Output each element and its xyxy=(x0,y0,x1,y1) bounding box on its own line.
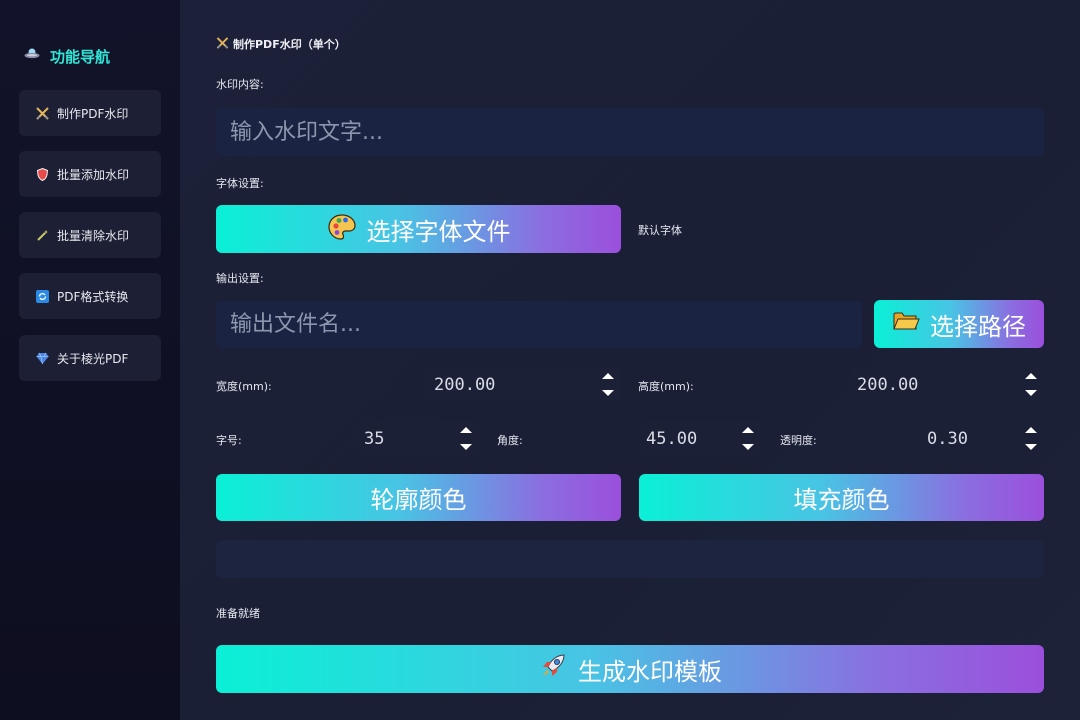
sidebar-item-batch-add[interactable]: 批量添加水印 xyxy=(19,151,161,197)
arrow-up-icon xyxy=(1025,372,1037,379)
angle-decrement-button[interactable] xyxy=(735,439,761,457)
gem-icon xyxy=(35,352,49,365)
palette-icon xyxy=(327,213,357,245)
sidebar-item-make-watermark[interactable]: 制作PDF水印 xyxy=(19,90,161,136)
width-value[interactable]: 200.00 xyxy=(428,375,595,395)
opacity-spinbox[interactable]: 0.30 xyxy=(921,421,1044,456)
arrow-up-icon xyxy=(1025,426,1037,433)
height-increment-button[interactable] xyxy=(1018,367,1044,385)
outline-color-button-label: 轮廓颜色 xyxy=(370,486,467,514)
rocket-icon xyxy=(538,651,568,687)
sidebar-item-batch-clear[interactable]: 批量清除水印 xyxy=(19,212,161,258)
magic-wand-icon xyxy=(35,229,49,242)
width-decrement-button[interactable] xyxy=(595,385,621,403)
arrow-up-icon xyxy=(460,426,472,433)
height-stepper xyxy=(1018,367,1044,402)
font-size-value[interactable]: 35 xyxy=(358,429,453,449)
height-value[interactable]: 200.00 xyxy=(851,375,1018,395)
crossed-swords-icon xyxy=(216,36,229,52)
select-path-button-label: 选择路径 xyxy=(930,312,1026,341)
arrow-up-icon xyxy=(742,426,754,433)
font-size-decrement-button[interactable] xyxy=(453,439,479,457)
width-stepper xyxy=(595,367,621,402)
sidebar-item-label: 制作PDF水印 xyxy=(57,106,129,121)
section-title: 制作PDF水印（单个） xyxy=(216,36,346,52)
height-spinbox[interactable]: 200.00 xyxy=(851,367,1044,402)
opacity-increment-button[interactable] xyxy=(1018,421,1044,439)
outline-color-button[interactable]: 轮廓颜色 xyxy=(216,474,621,521)
arrow-down-icon xyxy=(1025,444,1037,451)
sidebar-item-label: PDF格式转换 xyxy=(57,289,129,304)
crossed-swords-icon xyxy=(35,106,49,120)
height-label: 高度(mm): xyxy=(638,380,694,393)
arrow-down-icon xyxy=(742,444,754,451)
fill-color-button[interactable]: 填充颜色 xyxy=(639,474,1044,521)
arrow-down-icon xyxy=(1025,390,1037,397)
sidebar-item-label: 批量清除水印 xyxy=(57,228,130,243)
select-path-button[interactable]: 选择路径 xyxy=(874,300,1044,348)
folder-icon xyxy=(892,310,920,338)
font-size-spinbox[interactable]: 35 xyxy=(358,421,479,456)
output-label: 输出设置: xyxy=(216,272,264,285)
watermark-label: 水印内容: xyxy=(216,78,264,91)
font-label: 字体设置: xyxy=(216,177,264,190)
angle-increment-button[interactable] xyxy=(735,421,761,439)
arrow-down-icon xyxy=(460,444,472,451)
font-size-label: 字号: xyxy=(216,434,242,447)
height-decrement-button[interactable] xyxy=(1018,385,1044,403)
select-font-button-label: 选择字体文件 xyxy=(366,217,511,246)
font-size-increment-button[interactable] xyxy=(453,421,479,439)
arrow-up-icon xyxy=(602,372,614,379)
opacity-label: 透明度: xyxy=(780,434,817,447)
output-filename-input[interactable] xyxy=(216,301,862,348)
angle-spinbox[interactable]: 45.00 xyxy=(640,421,761,456)
sidebar-item-label: 关于棱光PDF xyxy=(57,351,129,366)
width-spinbox[interactable]: 200.00 xyxy=(428,367,621,402)
font-size-stepper xyxy=(453,421,479,456)
angle-stepper xyxy=(735,421,761,456)
watermark-input[interactable] xyxy=(216,108,1044,156)
select-font-button[interactable]: 选择字体文件 xyxy=(216,205,621,253)
width-label: 宽度(mm): xyxy=(216,380,272,393)
opacity-value[interactable]: 0.30 xyxy=(921,429,1018,449)
ufo-icon xyxy=(24,47,40,65)
sidebar: 功能导航 制作PDF水印 批量添加水印 批量清除水印 PDF格式转换 关于棱光P… xyxy=(0,0,180,720)
arrow-down-icon xyxy=(602,390,614,397)
sidebar-item-label: 批量添加水印 xyxy=(57,167,130,182)
angle-value[interactable]: 45.00 xyxy=(640,429,735,449)
nav-title: 功能导航 xyxy=(24,44,110,68)
status-text: 准备就绪 xyxy=(216,607,260,620)
main-panel: 制作PDF水印（单个） 水印内容: 字体设置: 选择字体文件 默认字体 输出设置… xyxy=(180,0,1080,720)
shield-icon xyxy=(35,167,49,181)
width-increment-button[interactable] xyxy=(595,367,621,385)
opacity-decrement-button[interactable] xyxy=(1018,439,1044,457)
sidebar-item-format-convert[interactable]: PDF格式转换 xyxy=(19,273,161,319)
refresh-icon xyxy=(35,289,49,303)
current-font-text: 默认字体 xyxy=(638,224,682,237)
progress-bar xyxy=(216,540,1044,578)
sidebar-item-about[interactable]: 关于棱光PDF xyxy=(19,335,161,381)
opacity-stepper xyxy=(1018,421,1044,456)
angle-label: 角度: xyxy=(497,434,523,447)
nav-title-text: 功能导航 xyxy=(50,47,111,66)
section-title-text: 制作PDF水印（单个） xyxy=(233,38,346,51)
generate-button-label: 生成水印模板 xyxy=(578,657,722,686)
fill-color-button-label: 填充颜色 xyxy=(793,486,890,514)
generate-button[interactable]: 生成水印模板 xyxy=(216,645,1044,693)
